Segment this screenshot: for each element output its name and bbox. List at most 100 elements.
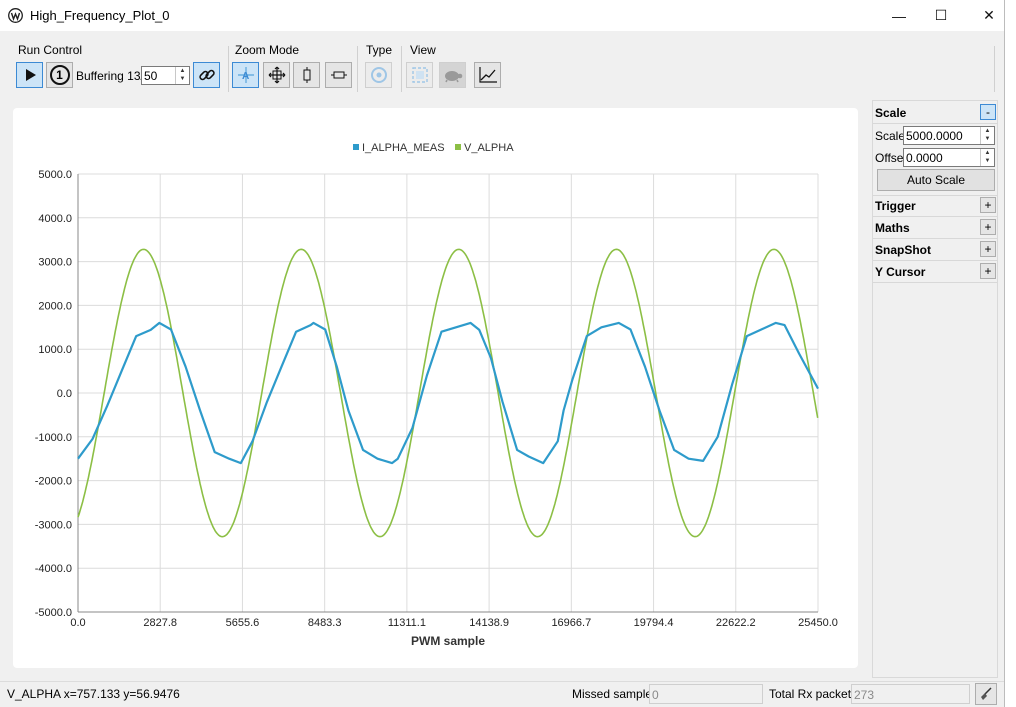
y-tick-label: 5000.0	[38, 169, 72, 181]
y-tick-label: -3000.0	[35, 519, 72, 531]
divider	[873, 260, 997, 261]
minimize-button[interactable]: —	[876, 0, 922, 31]
zoom-both-button[interactable]	[263, 62, 290, 88]
fit-view-button[interactable]	[406, 62, 433, 88]
single-shot-icon: 1	[49, 65, 70, 85]
axes: 0.0 2827.8 5655.6 8483.3 11311.1 14138.9 16966…	[35, 169, 838, 648]
auto-zoom-icon: A	[237, 67, 254, 83]
trigger-expand-button[interactable]: +	[980, 197, 996, 213]
link-icon	[198, 69, 215, 81]
missed-samples-label: Missed samples	[572, 687, 659, 701]
x-tick-label: 5655.6	[226, 617, 260, 629]
title-bar: High_Frequency_Plot_0 — ☐ ✕	[0, 0, 1016, 31]
turtle-icon	[444, 71, 462, 83]
buffering-label: Buffering 13/	[76, 69, 144, 83]
type-label: Type	[366, 43, 393, 57]
status-bar: V_ALPHA x=757.133 y=56.9476 Missed sampl…	[0, 681, 1016, 707]
auto-scale-button[interactable]: Auto Scale	[877, 169, 995, 191]
scale-collapse-button[interactable]: -	[980, 104, 996, 120]
y-tick-label: -1000.0	[35, 432, 72, 444]
window-title: High_Frequency_Plot_0	[30, 8, 170, 23]
run-button[interactable]	[16, 62, 43, 88]
legend-label: V_ALPHA	[464, 142, 514, 154]
legend-swatch	[353, 144, 359, 150]
plot-type-icon	[370, 67, 387, 83]
side-panel: Scale - Scale ▲▼ Offset ▲▼ Auto Scale Tr…	[872, 100, 998, 678]
zoom-vertical-icon	[303, 67, 310, 83]
offset-spinbox[interactable]: ▲▼	[903, 148, 995, 167]
rx-packets-value: 273	[851, 684, 970, 704]
divider	[873, 195, 997, 196]
svg-text:A: A	[242, 71, 249, 82]
fit-view-icon	[411, 67, 428, 83]
plot-type-button[interactable]	[365, 62, 392, 88]
y-tick-label: 3000.0	[38, 257, 72, 269]
zoom-mode-label: Zoom Mode	[235, 43, 300, 57]
grid-lines	[77, 173, 819, 613]
scale-section-title: Scale	[875, 106, 907, 120]
scale-label: Scale	[875, 129, 906, 143]
plot-canvas[interactable]: 0.0 2827.8 5655.6 8483.3 11311.1 14138.9 16966…	[13, 108, 858, 668]
trigger-section-title: Trigger	[875, 199, 916, 213]
offset-input[interactable]	[904, 149, 978, 166]
y-tick-label: -5000.0	[35, 607, 72, 619]
snapshot-expand-button[interactable]: +	[980, 241, 996, 257]
zoom-auto-button[interactable]: A	[232, 62, 259, 88]
x-tick-label: 11311.1	[388, 617, 426, 629]
spin-arrows-icon[interactable]: ▲ ▼	[980, 149, 994, 166]
spin-arrows-icon[interactable]: ▲ ▼	[175, 67, 189, 84]
view-label: View	[410, 43, 436, 57]
app-logo-icon	[8, 8, 23, 23]
maximize-button[interactable]: ☐	[918, 0, 964, 31]
x-tick-label: 8483.3	[308, 617, 342, 629]
show-graph-button[interactable]	[474, 62, 501, 88]
zoom-horizontal-button[interactable]	[325, 62, 352, 88]
rx-packets-label: Total Rx packets	[769, 687, 858, 701]
clear-button[interactable]	[975, 683, 997, 705]
toolbar-separator	[401, 46, 402, 92]
plot-area[interactable]: 0.0 2827.8 5655.6 8483.3 11311.1 14138.9 16966…	[13, 108, 858, 668]
zoom-vertical-button[interactable]	[293, 62, 320, 88]
single-shot-button[interactable]: 1	[46, 62, 73, 88]
ycursor-expand-button[interactable]: +	[980, 263, 996, 279]
y-tick-label: -2000.0	[35, 476, 72, 488]
run-control-label: Run Control	[18, 43, 83, 57]
x-tick-label: 25450.0	[798, 617, 838, 629]
line-graph-icon	[478, 67, 497, 83]
zoom-horizontal-icon	[330, 71, 347, 79]
x-tick-label: 0.0	[70, 617, 85, 629]
scale-spinbox[interactable]: ▲▼	[903, 126, 995, 145]
background-window	[1005, 0, 1016, 707]
toolbar-separator	[357, 46, 358, 92]
ycursor-section-title: Y Cursor	[875, 265, 926, 279]
play-icon	[25, 69, 36, 81]
slow-mode-button[interactable]	[439, 62, 466, 88]
y-tick-label: 2000.0	[38, 300, 72, 312]
snapshot-section-title: SnapShot	[875, 243, 931, 257]
y-tick-label: 1000.0	[38, 344, 72, 356]
y-tick-label: 0.0	[57, 388, 72, 400]
legend-swatch	[455, 144, 461, 150]
x-tick-label: 19794.4	[634, 617, 674, 629]
buffer-size-input[interactable]	[142, 67, 174, 84]
x-tick-label: 14138.9	[469, 617, 509, 629]
link-button[interactable]	[193, 62, 220, 88]
y-tick-label: 4000.0	[38, 213, 72, 225]
x-tick-label: 22622.2	[716, 617, 756, 629]
buffer-size-spinbox[interactable]: ▲▼	[141, 66, 190, 85]
toolbar-separator	[994, 46, 995, 92]
cursor-readout: V_ALPHA x=757.133 y=56.9476	[7, 687, 180, 701]
missed-samples-value: 0	[649, 684, 763, 704]
x-tick-label: 16966.7	[551, 617, 591, 629]
divider	[873, 216, 997, 217]
toolbar-separator	[228, 46, 229, 92]
divider	[873, 282, 997, 283]
zoom-both-axes-icon	[268, 66, 285, 84]
legend-label: I_ALPHA_MEAS	[362, 142, 445, 154]
divider	[873, 238, 997, 239]
spin-arrows-icon[interactable]: ▲ ▼	[980, 127, 994, 144]
divider	[873, 123, 997, 124]
maths-expand-button[interactable]: +	[980, 219, 996, 235]
scale-input[interactable]	[904, 127, 978, 144]
x-tick-label: 2827.8	[143, 617, 177, 629]
